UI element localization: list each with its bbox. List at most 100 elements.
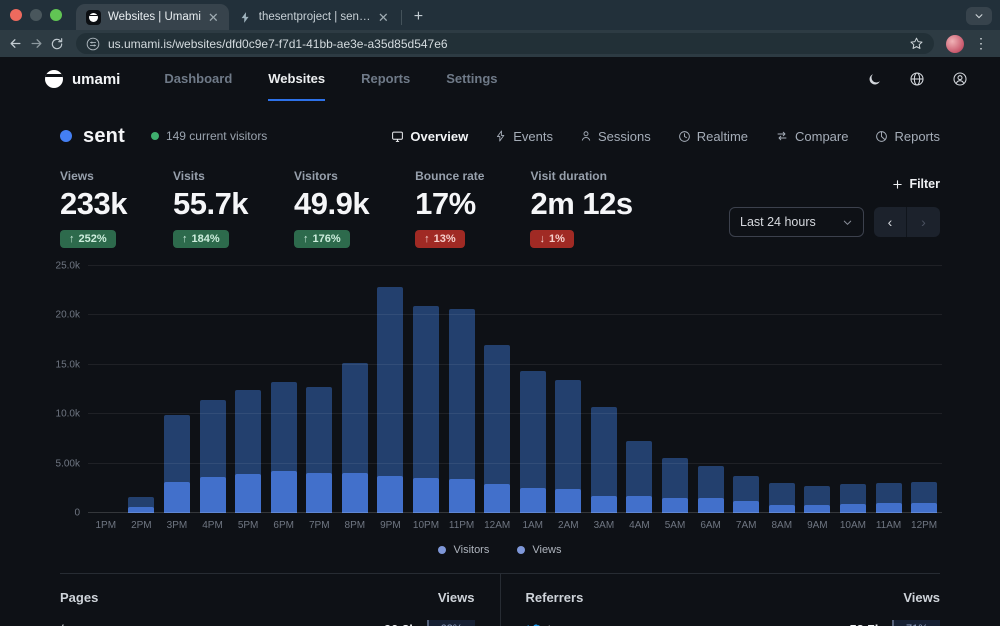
page-views-value: 90.8k: [384, 622, 417, 626]
umami-logo[interactable]: umami: [45, 70, 120, 88]
site-header: sent 149 current visitors Overview Event…: [0, 119, 1000, 153]
bar-group-6am[interactable]: [698, 266, 724, 513]
metric-views: Views 233k ↑252%: [60, 169, 127, 248]
address-bar[interactable]: us.umami.is/websites/dfd0c9e7-f7d1-41bb-…: [76, 33, 934, 54]
forward-button[interactable]: [29, 36, 44, 51]
bar-group-11pm[interactable]: [449, 266, 475, 513]
bar-group-2am[interactable]: [555, 266, 581, 513]
x-tick-label: 10PM: [408, 520, 444, 531]
visitors-bar: [413, 478, 439, 513]
close-window-button[interactable]: [10, 9, 22, 21]
bar-group-8am[interactable]: [769, 266, 795, 513]
table-row: / 90.8k 62%: [60, 620, 475, 626]
close-tab-icon[interactable]: ✕: [378, 11, 389, 24]
bar-group-11am[interactable]: [876, 266, 902, 513]
bar-group-7am[interactable]: [733, 266, 759, 513]
view-tabs: Overview Events Sessions Realtime Compar…: [391, 129, 940, 144]
bar-slot: [266, 266, 302, 513]
bar-group-6pm[interactable]: [271, 266, 297, 513]
browser-tab-inactive[interactable]: thesentproject | sentproject ✕: [229, 4, 399, 30]
nav-item-reports[interactable]: Reports: [361, 57, 410, 101]
browser-tab-active[interactable]: Websites | Umami ✕: [76, 4, 229, 30]
x-tick-label: 2AM: [551, 520, 587, 531]
back-button[interactable]: [8, 36, 23, 51]
page-link[interactable]: /: [60, 622, 64, 626]
legend-item-visitors[interactable]: Visitors: [438, 544, 489, 556]
pages-table: Pages Views / 90.8k 62%: [60, 574, 500, 626]
profile-avatar[interactable]: [946, 35, 964, 53]
bar-slot: [88, 266, 124, 513]
close-tab-icon[interactable]: ✕: [208, 11, 219, 24]
table-row: t.co 53.7k 71%: [526, 620, 941, 626]
bar-group-5pm[interactable]: [235, 266, 261, 513]
filter-button[interactable]: Filter: [892, 177, 940, 191]
tab-search-button[interactable]: [966, 7, 992, 25]
refresh-button[interactable]: [50, 37, 64, 51]
bar-slot: [906, 266, 942, 513]
tab-reports[interactable]: Reports: [875, 129, 940, 144]
bar-group-4am[interactable]: [626, 266, 652, 513]
date-range-select[interactable]: Last 24 hours: [729, 207, 864, 237]
bar-slot: [479, 266, 515, 513]
bar-group-4pm[interactable]: [200, 266, 226, 513]
bar-slot: [622, 266, 658, 513]
browser-toolbar: us.umami.is/websites/dfd0c9e7-f7d1-41bb-…: [0, 30, 1000, 57]
bar-group-10am[interactable]: [840, 266, 866, 513]
bar-slot: [337, 266, 373, 513]
gridline: [88, 463, 942, 464]
nav-item-dashboard[interactable]: Dashboard: [164, 57, 232, 101]
prev-period-button[interactable]: ‹: [874, 207, 907, 237]
tab-overview[interactable]: Overview: [391, 129, 468, 144]
bar-group-5am[interactable]: [662, 266, 688, 513]
traffic-chart: 05.00k10.0k15.0k20.0k25.0k: [0, 266, 1000, 513]
bar-group-2pm[interactable]: [128, 266, 154, 513]
bar-group-12pm[interactable]: [911, 266, 937, 513]
next-period-button[interactable]: ›: [907, 207, 940, 237]
tab-compare[interactable]: Compare: [775, 129, 848, 144]
profile-icon[interactable]: [952, 71, 968, 87]
bar-group-10pm[interactable]: [413, 266, 439, 513]
zoom-window-button[interactable]: [50, 9, 62, 21]
browser-tab-bar: Websites | Umami ✕ thesentproject | sent…: [0, 0, 1000, 30]
umami-logo-icon: [45, 70, 63, 88]
visitors-bar: [591, 496, 617, 513]
bar-slot: [373, 266, 409, 513]
bar-group-9pm[interactable]: [377, 266, 403, 513]
change-badge: ↑184%: [173, 230, 229, 248]
theme-moon-icon[interactable]: [867, 72, 882, 87]
tab-events[interactable]: Events: [495, 129, 553, 144]
visitors-bar: [377, 476, 403, 513]
bar-slot: [124, 266, 160, 513]
metric-visit-duration: Visit duration 2m 12s ↓1%: [530, 169, 632, 248]
nav-item-websites[interactable]: Websites: [268, 57, 325, 101]
bar-group-8pm[interactable]: [342, 266, 368, 513]
bar-group-7pm[interactable]: [306, 266, 332, 513]
bar-slot: [693, 266, 729, 513]
tab-realtime[interactable]: Realtime: [678, 129, 748, 144]
compare-arrows-icon: [775, 130, 789, 142]
bookmark-star-icon[interactable]: [909, 36, 924, 51]
referrer-link[interactable]: t.co: [526, 622, 569, 626]
bar-group-3pm[interactable]: [164, 266, 190, 513]
site-dot-icon: [60, 130, 72, 142]
language-globe-icon[interactable]: [909, 71, 925, 87]
minimize-window-button[interactable]: [30, 9, 42, 21]
pages-title: Pages: [60, 590, 98, 605]
nav-item-settings[interactable]: Settings: [446, 57, 497, 101]
bar-slot: [195, 266, 231, 513]
browser-menu-button[interactable]: ⋮: [970, 35, 992, 52]
bar-group-12am[interactable]: [484, 266, 510, 513]
legend-item-views[interactable]: Views: [517, 544, 561, 556]
bar-group-9am[interactable]: [804, 266, 830, 513]
pie-chart-icon: [875, 130, 888, 143]
gridline: [88, 314, 942, 315]
tab-sessions[interactable]: Sessions: [580, 129, 651, 144]
new-tab-button[interactable]: +: [404, 8, 433, 30]
bar-group-3am[interactable]: [591, 266, 617, 513]
bar-group-1am[interactable]: [520, 266, 546, 513]
date-pager: ‹ ›: [874, 207, 940, 237]
y-tick-label: 5.00k: [56, 458, 80, 469]
x-tick-label: 1PM: [88, 520, 124, 531]
bar-group-1pm[interactable]: [93, 266, 119, 513]
visitors-bar: [555, 489, 581, 513]
